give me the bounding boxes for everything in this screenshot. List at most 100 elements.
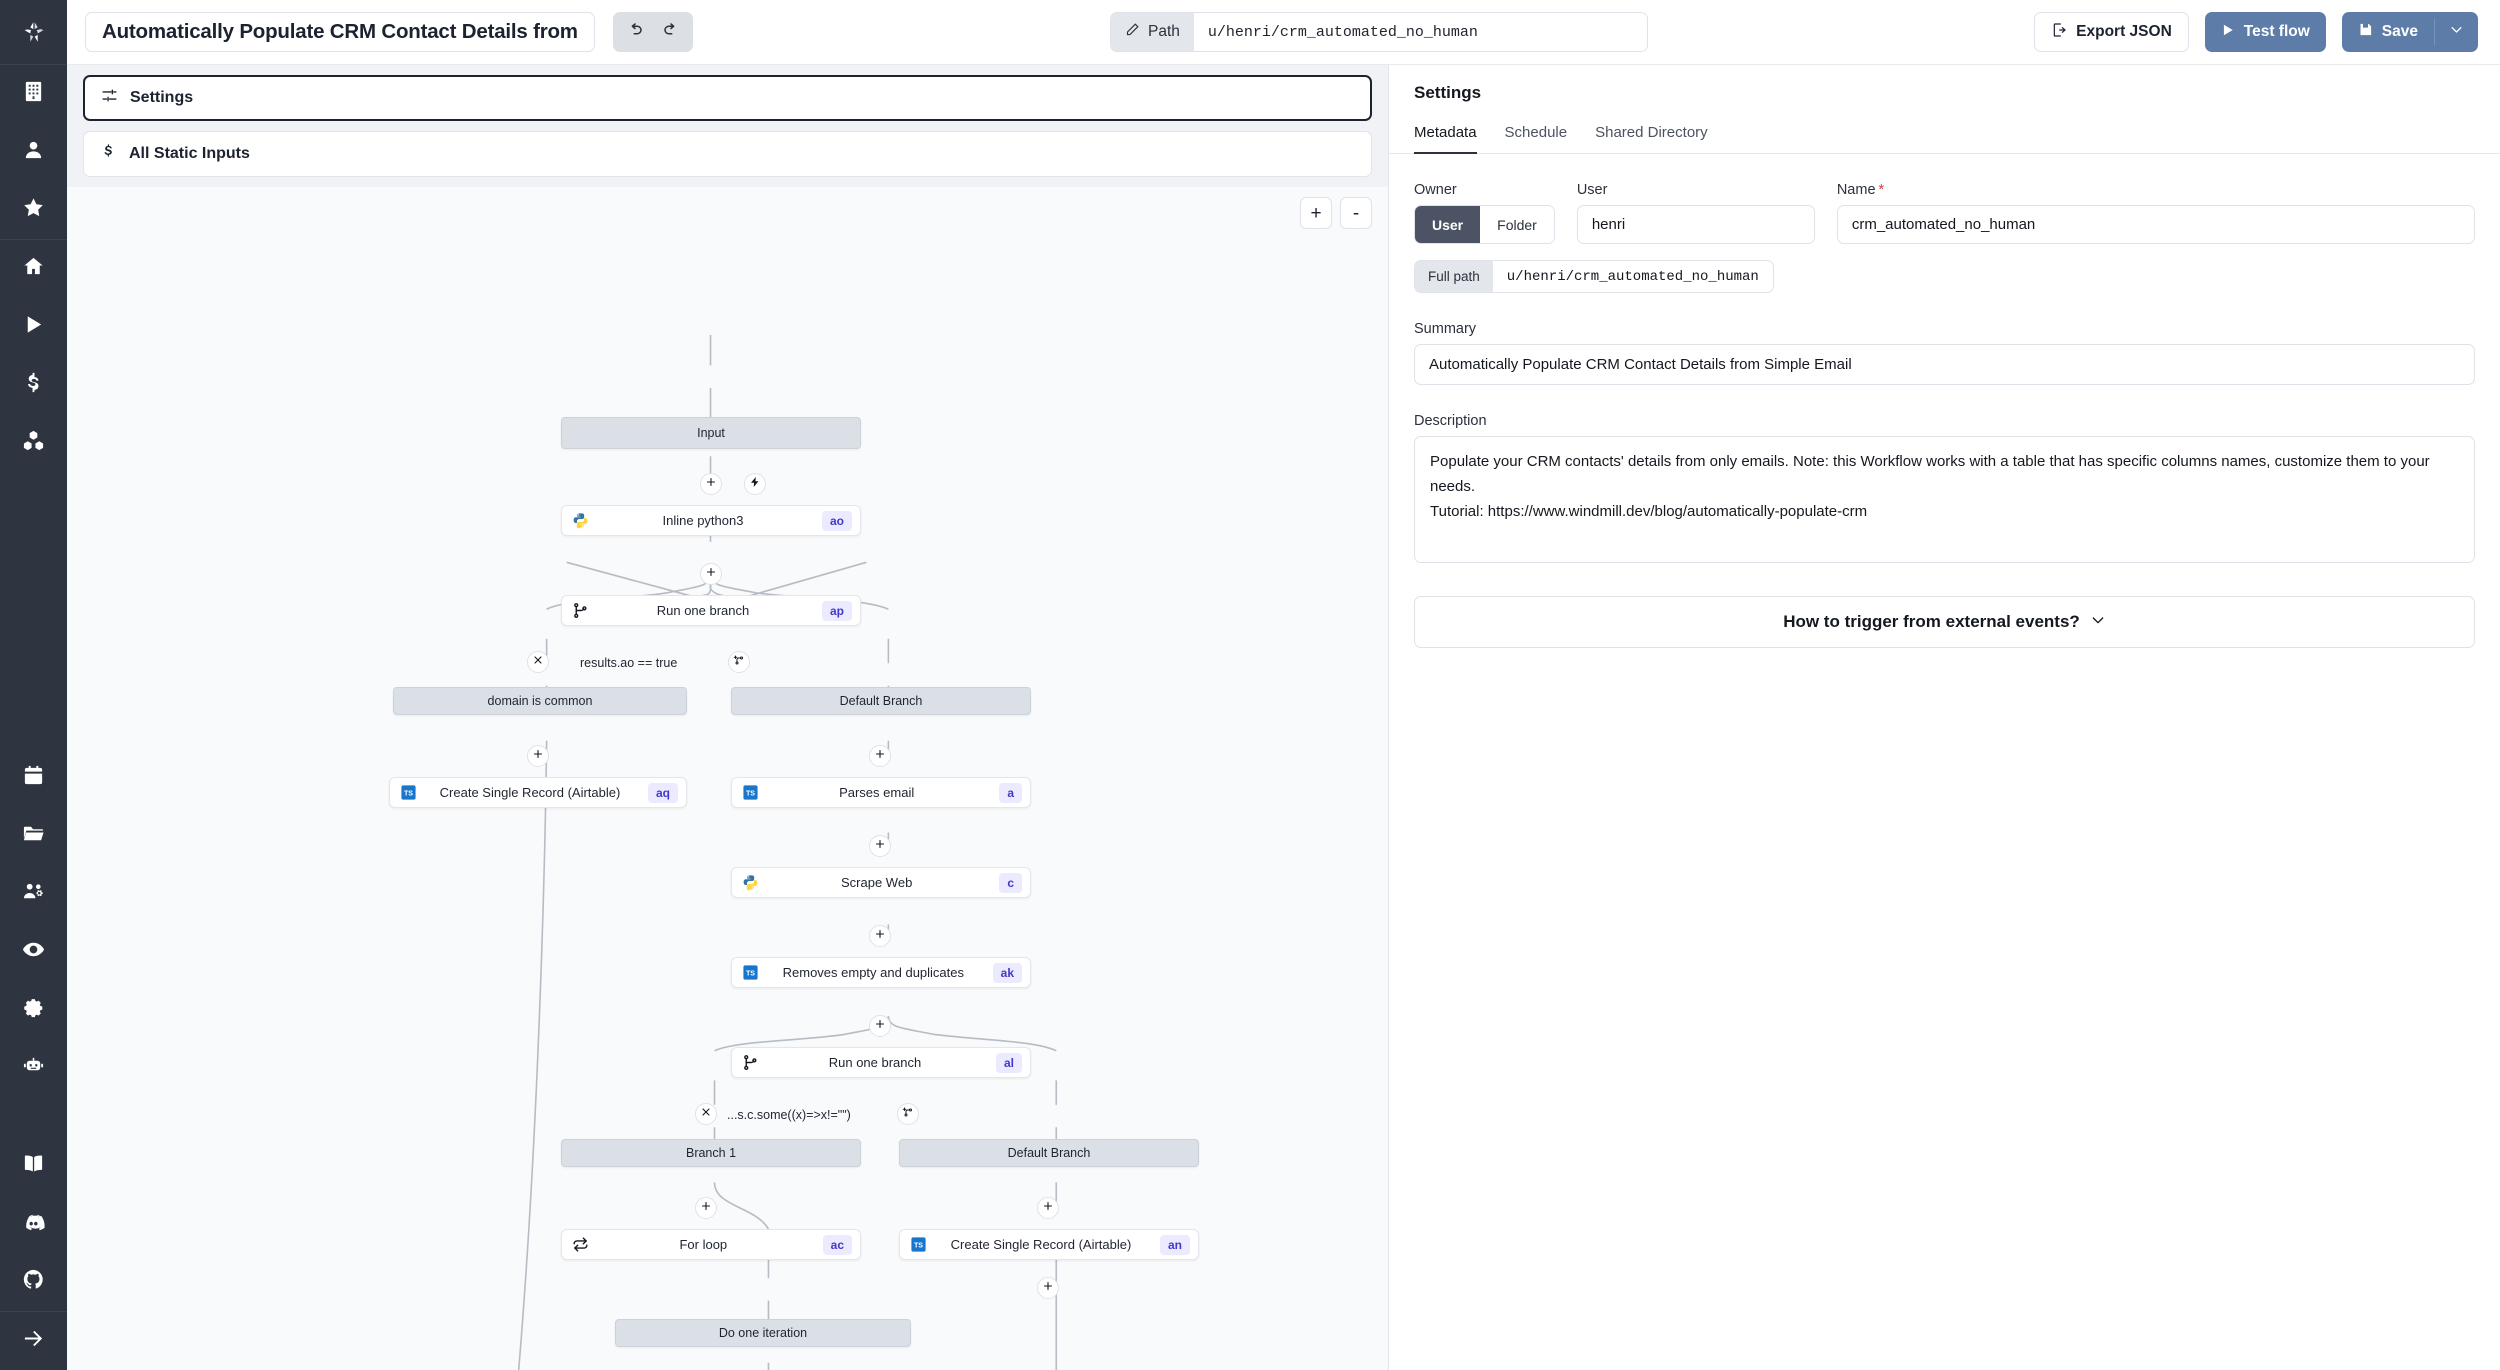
- plus-connector[interactable]: [869, 835, 891, 857]
- plus-icon: [705, 475, 717, 493]
- save-disk-icon: [2358, 22, 2373, 42]
- sidebar-item-discord[interactable]: [0, 1195, 67, 1253]
- sidebar-item-groups[interactable]: [0, 865, 67, 923]
- flow-step-label: Removes empty and duplicates: [782, 965, 964, 980]
- x-icon: [532, 653, 544, 671]
- expand-sidebar-button[interactable]: [0, 1312, 67, 1370]
- flow-step-n_al[interactable]: Run one branch al: [731, 1047, 1031, 1078]
- plus-icon: [874, 837, 886, 855]
- flow-step-n_ak[interactable]: TS Removes empty and duplicates ak: [731, 957, 1031, 988]
- sidebar-item-folders[interactable]: [0, 807, 67, 865]
- save-button[interactable]: Save: [2342, 12, 2434, 52]
- path-field[interactable]: Path: [1110, 12, 1648, 52]
- windmill-logo-icon[interactable]: [0, 0, 67, 65]
- flow-branch-input[interactable]: Input: [561, 417, 861, 449]
- sidebar-item-schedules[interactable]: [0, 749, 67, 807]
- sidebar-item-runs[interactable]: [0, 298, 67, 356]
- sidebar-item-workers[interactable]: [0, 1039, 67, 1097]
- flow-node-branch: Default Branch: [731, 687, 1031, 715]
- sidebar-item-home[interactable]: [0, 240, 67, 298]
- save-dropdown-button[interactable]: [2435, 12, 2478, 52]
- plus-connector[interactable]: [869, 745, 891, 767]
- summary-label: Summary: [1414, 321, 1477, 337]
- plus-connector[interactable]: [1037, 1277, 1059, 1299]
- tab-metadata[interactable]: Metadata: [1414, 115, 1477, 154]
- flow-branch-b_default2[interactable]: Default Branch: [899, 1139, 1199, 1167]
- flow-step-n_ao[interactable]: Inline python3 ao: [561, 505, 861, 536]
- flow-step-n_ap[interactable]: Run one branch ap: [561, 595, 861, 626]
- flow-step-label: For loop: [679, 1237, 728, 1252]
- name-field-group: Name *: [1836, 182, 2475, 244]
- all-static-inputs-row[interactable]: All Static Inputs: [83, 131, 1372, 177]
- description-label: Description: [1414, 413, 1487, 429]
- trigger-bolt[interactable]: [744, 473, 766, 495]
- flow-title-input[interactable]: Automatically Populate CRM Contact Detai…: [85, 12, 595, 52]
- branch-icon: [740, 1053, 760, 1073]
- plus-connector[interactable]: [695, 1197, 717, 1219]
- owner-option-folder[interactable]: Folder: [1480, 206, 1554, 243]
- tab-schedule[interactable]: Schedule: [1505, 115, 1568, 154]
- plus-connector[interactable]: [869, 1015, 891, 1037]
- flow-step-n_an[interactable]: TS Create Single Record (Airtable) an: [899, 1229, 1199, 1260]
- path-input[interactable]: [1193, 13, 1647, 51]
- name-input[interactable]: [1836, 205, 2475, 244]
- plus-connector[interactable]: [527, 745, 549, 767]
- flow-branch-b_default1[interactable]: Default Branch: [731, 687, 1031, 715]
- flow-settings-label: Settings: [130, 89, 194, 106]
- plus-connector[interactable]: [1037, 1197, 1059, 1219]
- test-flow-button[interactable]: Test flow: [2204, 12, 2326, 52]
- top-toolbar: Automatically Populate CRM Contact Detai…: [67, 0, 2500, 65]
- flow-step-n_aq[interactable]: TS Create Single Record (Airtable) aq: [389, 777, 687, 808]
- top-actions: Export JSON Test flow Save: [2034, 12, 2478, 52]
- flow-canvas[interactable]: + - Input Inline python3 ao Run one bran…: [67, 187, 1388, 1370]
- sidebar-item-docs[interactable]: [0, 1137, 67, 1195]
- sidebar-item-settings[interactable]: [0, 981, 67, 1039]
- sidebar-item-variables[interactable]: [0, 356, 67, 414]
- user-input[interactable]: [1576, 205, 1815, 244]
- redo-button[interactable]: [653, 16, 689, 48]
- flow-step-label: Run one branch: [656, 603, 750, 618]
- redo-icon: [662, 21, 680, 44]
- github-icon: [22, 1268, 45, 1296]
- zoom-in-button[interactable]: +: [1300, 197, 1332, 229]
- sidebar-item-user[interactable]: [0, 123, 67, 181]
- summary-input[interactable]: [1414, 344, 2475, 385]
- play-icon: [2221, 23, 2235, 42]
- sidebar-item-favorites[interactable]: [0, 181, 67, 239]
- building-icon: [22, 80, 45, 108]
- flow-branch-b_common[interactable]: domain is common: [393, 687, 687, 715]
- flow-node-step: Inline python3 ao: [561, 505, 861, 536]
- flow-step-n_a[interactable]: TS Parses email a: [731, 777, 1031, 808]
- rail-group-3: [0, 1137, 67, 1311]
- ts-icon: TS: [908, 1235, 928, 1255]
- flow-branch-b_branch1[interactable]: Branch 1: [561, 1139, 861, 1167]
- tab-shared-directory[interactable]: Shared Directory: [1595, 115, 1708, 154]
- undo-button[interactable]: [617, 16, 653, 48]
- flow-step-n_c[interactable]: Scrape Web c: [731, 867, 1031, 898]
- calendar-icon: [22, 764, 45, 792]
- export-json-button[interactable]: Export JSON: [2034, 12, 2189, 52]
- owner-field-group: Owner User Folder: [1414, 182, 1555, 244]
- external-events-accordion[interactable]: How to trigger from external events?: [1414, 596, 2475, 648]
- plus-connector[interactable]: [700, 563, 722, 585]
- body-split: Settings All Static Inputs + - Input Inl…: [67, 65, 2500, 1370]
- flow-node-step: TS Create Single Record (Airtable) aq: [389, 777, 687, 808]
- zoom-out-button[interactable]: -: [1340, 197, 1372, 229]
- description-textarea[interactable]: [1414, 436, 2475, 563]
- flow-branch-b_iter[interactable]: Do one iteration: [615, 1319, 911, 1347]
- plus-connector[interactable]: [700, 473, 722, 495]
- owner-option-user[interactable]: User: [1415, 206, 1481, 243]
- flow-step-n_ac[interactable]: For loop ac: [561, 1229, 861, 1260]
- plus-connector[interactable]: [869, 925, 891, 947]
- add-branch[interactable]: [728, 651, 750, 673]
- sidebar-item-workspace[interactable]: [0, 65, 67, 123]
- flow-step-badge: ap: [821, 600, 852, 621]
- remove-branch[interactable]: [695, 1103, 717, 1125]
- flow-settings-row[interactable]: Settings: [83, 75, 1372, 121]
- plus-icon: [1042, 1199, 1054, 1217]
- add-branch[interactable]: [897, 1103, 919, 1125]
- sidebar-item-audit-logs[interactable]: [0, 923, 67, 981]
- sidebar-item-resources[interactable]: [0, 414, 67, 472]
- remove-branch[interactable]: [527, 651, 549, 673]
- sidebar-item-github[interactable]: [0, 1253, 67, 1311]
